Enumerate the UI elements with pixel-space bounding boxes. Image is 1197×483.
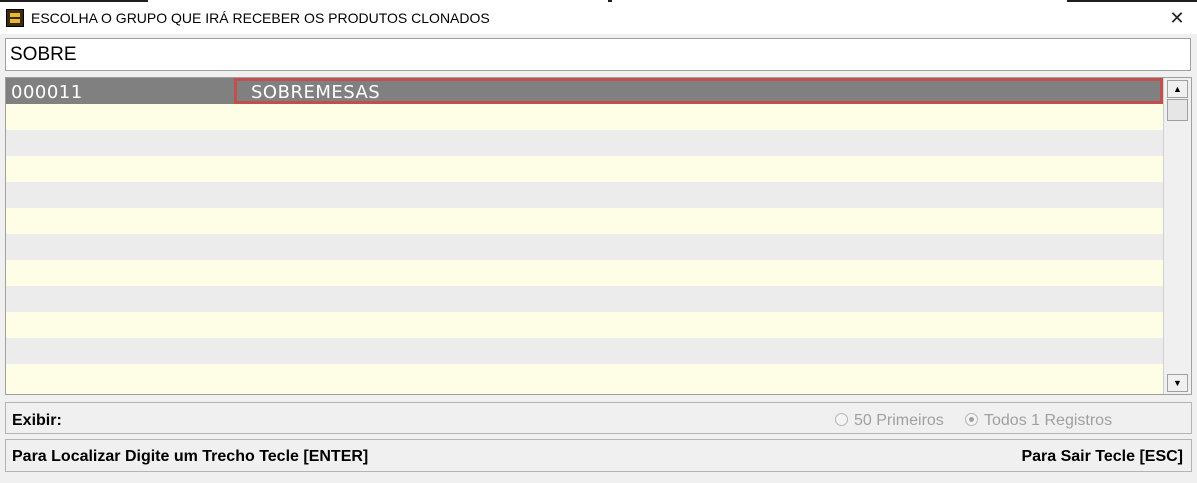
table-row-empty [6, 234, 1163, 260]
exit-hint: Para Sair Tecle [ESC] [1021, 448, 1183, 465]
table-row-empty [6, 182, 1163, 208]
search-input[interactable] [5, 38, 1191, 71]
table-row-empty [6, 104, 1163, 130]
table-row-empty [6, 156, 1163, 182]
group-name-cell: SOBREMESAS [234, 78, 1163, 104]
table-row[interactable]: 000011 SOBREMESAS [6, 78, 1163, 104]
results-grid[interactable]: 000011 SOBREMESAS ▲ ▼ [5, 77, 1192, 395]
group-code-cell: 000011 [11, 82, 83, 103]
close-button[interactable]: ✕ [1167, 8, 1187, 28]
close-icon: ✕ [1169, 8, 1185, 28]
radio-first-50-label: 50 Primeiros [854, 412, 944, 429]
radio-unchecked-icon [835, 413, 848, 426]
radio-checked-icon [965, 413, 978, 426]
search-hint: Para Localizar Digite um Trecho Tecle [E… [12, 448, 369, 465]
radio-all-records[interactable]: Todos 1 Registros [965, 412, 1112, 430]
table-row-empty [6, 364, 1163, 390]
register-icon [6, 9, 24, 27]
title-bar: ESCOLHA O GRUPO QUE IRÁ RECEBER OS PRODU… [0, 2, 1197, 34]
display-label: Exibir: [12, 412, 62, 429]
table-row-empty [6, 130, 1163, 156]
window-title: ESCOLHA O GRUPO QUE IRÁ RECEBER OS PRODU… [31, 10, 490, 26]
table-row-empty [6, 260, 1163, 286]
table-row-empty [6, 312, 1163, 338]
status-bar: Para Localizar Digite um Trecho Tecle [E… [5, 439, 1192, 472]
display-options-panel: Exibir: 50 Primeiros Todos 1 Registros [5, 402, 1192, 434]
radio-first-50[interactable]: 50 Primeiros [835, 412, 944, 430]
scroll-thumb[interactable] [1167, 99, 1188, 121]
radio-all-records-label: Todos 1 Registros [984, 412, 1113, 429]
scroll-up-button[interactable]: ▲ [1167, 80, 1188, 98]
table-row-empty [6, 286, 1163, 312]
vertical-scrollbar[interactable]: ▲ ▼ [1163, 78, 1191, 394]
table-row-empty [6, 338, 1163, 364]
table-row-empty [6, 208, 1163, 234]
scroll-down-button[interactable]: ▼ [1167, 374, 1188, 392]
triangle-up-icon: ▲ [1173, 84, 1182, 94]
triangle-down-icon: ▼ [1173, 378, 1182, 388]
